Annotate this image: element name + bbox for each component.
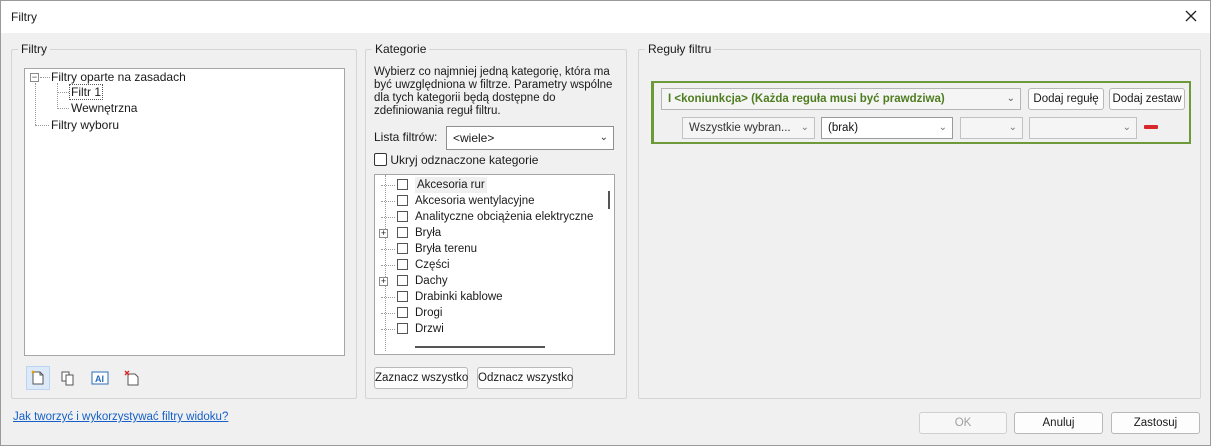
category-label: Dachy [415, 275, 448, 287]
chevron-down-icon: ⌄ [599, 132, 608, 143]
filters-group: Filtry − Filtry oparte na zasadach Filtr… [11, 42, 357, 399]
category-item[interactable]: + Bryła [375, 225, 605, 241]
category-checkbox[interactable] [397, 259, 408, 270]
chevron-down-icon: ⌄ [1122, 122, 1131, 133]
category-label: Bryła terenu [415, 243, 478, 255]
category-item[interactable]: Części [375, 257, 605, 273]
category-item[interactable]: + Dachy [375, 273, 605, 289]
tree-connector [381, 201, 395, 202]
filters-tree[interactable]: − Filtry oparte na zasadach Filtr 1 Wewn… [24, 68, 345, 356]
category-item[interactable]: Analityczne obciążenia elektryczne [375, 209, 605, 225]
hide-unchecked-label: Ukryj odznaczone kategorie [390, 153, 539, 167]
chevron-down-icon: ⌄ [938, 122, 947, 133]
chevron-down-icon: ⌄ [800, 122, 809, 133]
horizontal-scrollbar[interactable] [415, 346, 545, 348]
filter-list-value: <wiele> [453, 131, 495, 145]
close-icon[interactable] [1180, 5, 1202, 27]
category-label: Bryła [415, 227, 442, 239]
add-set-button[interactable]: Dodaj zestaw [1109, 88, 1185, 110]
checkbox-box[interactable] [374, 153, 387, 166]
filter-list-dropdown[interactable]: <wiele> ⌄ [446, 126, 614, 150]
rule-parameter-dropdown[interactable]: Wszystkie wybran... ⌄ [682, 117, 815, 139]
tree-item-selection[interactable]: Filtry wyboru [51, 117, 119, 133]
rule-extra-dropdown[interactable]: ⌄ [1029, 117, 1137, 139]
category-item[interactable]: Drogi [375, 305, 605, 321]
category-label: Drabinki kablowe [415, 291, 503, 303]
category-checkbox[interactable] [397, 291, 408, 302]
category-label: Akcesoria rur [415, 177, 487, 193]
tree-connector [381, 313, 395, 314]
tree-item-filter-1[interactable]: Filtr 1 [69, 84, 103, 100]
tree-item-internal[interactable]: Wewnętrzna [71, 100, 137, 116]
category-checkbox[interactable] [397, 179, 408, 190]
category-item[interactable]: Drabinki kablowe [375, 289, 605, 305]
filters-group-title: Filtry [18, 42, 50, 56]
tree-connector [381, 329, 395, 330]
tree-connector [381, 185, 395, 186]
rename-filter-icon[interactable]: AI [88, 366, 112, 390]
select-all-button[interactable]: Zaznacz wszystko [374, 367, 468, 389]
deselect-all-button[interactable]: Odznacz wszystko [477, 367, 573, 389]
vertical-scrollbar[interactable] [608, 191, 610, 209]
category-checkbox[interactable] [397, 227, 408, 238]
categories-description: Wybierz co najmniej jedną kategorię, któ… [374, 66, 613, 117]
category-checkbox[interactable] [397, 307, 408, 318]
expand-icon[interactable]: + [379, 229, 388, 238]
categories-group-title: Kategorie [372, 42, 430, 56]
svg-text:AI: AI [95, 374, 104, 384]
tree-item-rule-based[interactable]: Filtry oparte na zasadach [51, 69, 186, 85]
tree-connector [381, 249, 395, 250]
category-list[interactable]: Akcesoria rur Akcesoria wentylacyjne Anali… [374, 174, 615, 355]
category-item[interactable]: Bryła terenu [375, 241, 605, 257]
filter-rules-title: Reguły filtru [645, 42, 715, 56]
rule-operator-value: (brak) [828, 122, 859, 134]
category-checkbox[interactable] [397, 211, 408, 222]
filters-dialog: Filtry Filtry − Filtry oparte na zasadac… [0, 0, 1211, 446]
category-item[interactable]: Akcesoria wentylacyjne [375, 193, 605, 209]
chevron-down-icon: ⌄ [1006, 93, 1015, 104]
category-label: Części [415, 259, 450, 271]
category-checkbox[interactable] [397, 323, 408, 334]
category-checkbox[interactable] [397, 243, 408, 254]
collapse-icon[interactable]: − [30, 73, 39, 82]
tree-item-filter-1-label: Filtr 1 [69, 84, 103, 100]
title-bar: Filtry [1, 1, 1210, 33]
add-rule-button[interactable]: Dodaj regułę [1028, 88, 1104, 110]
cancel-button[interactable]: Anuluj [1014, 412, 1103, 434]
category-label: Akcesoria wentylacyjne [415, 195, 535, 207]
categories-group: Kategorie Wybierz co najmniej jedną kate… [365, 42, 627, 399]
category-label: Drzwi [415, 323, 444, 335]
remove-rule-icon[interactable] [1144, 125, 1158, 129]
tree-connector [381, 297, 395, 298]
chevron-down-icon: ⌄ [1008, 122, 1017, 133]
ok-button[interactable]: OK [919, 412, 1007, 434]
rule-operator-dropdown[interactable]: (brak) ⌄ [821, 117, 953, 139]
filter-rules-group: Reguły filtru I <koniunkcja> (Każda regu… [638, 42, 1201, 399]
category-label: Drogi [415, 307, 443, 319]
category-item[interactable]: Akcesoria rur [375, 177, 605, 193]
delete-filter-icon[interactable] [120, 366, 144, 390]
rule-parameter-value: Wszystkie wybran... [689, 122, 791, 134]
conjunction-dropdown[interactable]: I <koniunkcja> (Każda reguła musi być pr… [661, 88, 1021, 110]
apply-button[interactable]: Zastosuj [1111, 412, 1200, 434]
help-link[interactable]: Jak tworzyć i wykorzystywać filtry widok… [13, 411, 228, 423]
category-checkbox[interactable] [397, 275, 408, 286]
filter-list-label: Lista filtrów: [374, 130, 438, 144]
category-checkbox[interactable] [397, 195, 408, 206]
window-title: Filtry [11, 10, 37, 24]
expand-icon[interactable]: + [379, 277, 388, 286]
tree-connector [381, 265, 395, 266]
duplicate-filter-icon[interactable] [56, 366, 80, 390]
hide-unchecked-checkbox[interactable]: Ukryj odznaczone kategorie [374, 153, 538, 167]
tree-connector [381, 217, 395, 218]
rule-set-box: I <koniunkcja> (Każda reguła musi być pr… [651, 81, 1191, 144]
new-filter-icon[interactable] [26, 366, 50, 390]
category-label: Analityczne obciążenia elektryczne [415, 211, 594, 223]
conjunction-value: I <koniunkcja> (Każda reguła musi być pr… [668, 93, 945, 105]
rule-value-dropdown[interactable]: ⌄ [960, 117, 1023, 139]
category-item[interactable]: Drzwi [375, 321, 605, 337]
